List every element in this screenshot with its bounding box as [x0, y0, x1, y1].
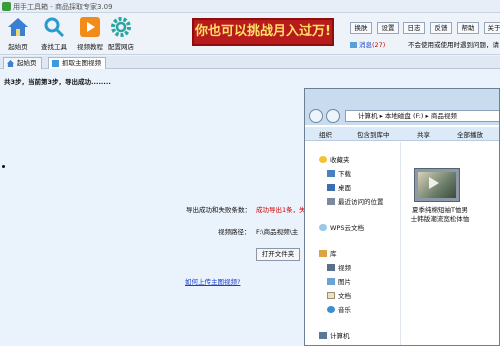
messages-label: 消息: [359, 41, 372, 49]
nav-music-label: 音乐: [338, 306, 351, 314]
document-icon: [327, 292, 335, 299]
toolbar-configure-shop-button[interactable]: 配置网店: [101, 16, 141, 54]
star-icon: [319, 156, 327, 163]
export-result-value: 成功导出1条，失: [256, 206, 306, 214]
mail-icon: [350, 42, 357, 48]
nav-desktop[interactable]: 桌面: [327, 182, 351, 192]
search-icon: [44, 17, 65, 38]
upload-help-link[interactable]: 如何上传主图视频?: [185, 276, 240, 286]
toolbar-find-tools-label: 查找工具: [41, 43, 67, 51]
tab-start-page-label: 起始页: [17, 59, 37, 67]
nav-pictures-label: 图片: [338, 278, 351, 286]
cloud-icon: [319, 224, 327, 231]
promo-banner[interactable]: 你也可以挑战月入过万!: [192, 18, 334, 46]
nav-computer[interactable]: 计算机: [319, 330, 350, 340]
forward-button[interactable]: [326, 109, 340, 123]
tab-grab-video[interactable]: 抓取主图视频: [48, 57, 106, 69]
grab-video-icon: [52, 60, 59, 67]
play-all-button[interactable]: 全部播放: [457, 129, 483, 139]
nav-videos-label: 视频: [338, 264, 351, 272]
tab-start-page[interactable]: 起始页: [3, 57, 42, 69]
organize-menu[interactable]: 组织: [319, 129, 332, 139]
nav-documents[interactable]: 文档: [327, 290, 351, 300]
skin-button[interactable]: 换肤: [350, 22, 372, 34]
nav-recent[interactable]: 最近访问的位置: [327, 196, 384, 206]
nav-libraries[interactable]: 库: [319, 248, 337, 258]
toolbar-find-tools-button[interactable]: 查找工具: [36, 16, 72, 54]
nav-recent-label: 最近访问的位置: [338, 198, 384, 206]
explorer-nav-pane: 收藏夹 下载 桌面 最近访问的位置 WPS云文档 库 视频 图片 文档 音乐 计: [305, 142, 401, 345]
explorer-toolbar: 组织 包含到库中 共享 全部播放: [305, 127, 499, 141]
nav-favorites-label: 收藏夹: [330, 156, 350, 164]
settings-button[interactable]: 设置: [377, 22, 399, 34]
nav-pictures[interactable]: 图片: [327, 276, 351, 286]
back-button[interactable]: [309, 109, 323, 123]
explorer-window: 计算机 ▸ 本地磁盘 (F:) ▸ 商品视频 组织 包含到库中 共享 全部播放 …: [304, 88, 500, 346]
nav-wps-label: WPS云文档: [330, 224, 364, 232]
open-folder-button[interactable]: 打开文件夹: [256, 248, 300, 261]
address-folder[interactable]: 商品视频: [431, 112, 457, 120]
nav-documents-label: 文档: [338, 292, 351, 300]
video-file-thumbnail[interactable]: [414, 168, 460, 202]
help-button[interactable]: 帮助: [457, 22, 479, 34]
gear-icon: [111, 17, 131, 37]
nav-downloads-label: 下载: [338, 170, 351, 178]
feedback-button[interactable]: 反馈: [430, 22, 452, 34]
play-icon: [80, 17, 100, 37]
help-notice: 不会使用或使用时遇到问题，请: [408, 41, 499, 49]
toolbar-start-page-button[interactable]: 起始页: [0, 16, 36, 54]
nav-downloads[interactable]: 下载: [327, 168, 351, 178]
step-status: 共3步，当前第3步，导出成功........: [4, 78, 111, 86]
video-file-name[interactable]: 夏季纯棉短袖T恤男士韩版潮流宽松体恤: [410, 206, 470, 224]
desktop-icon: [327, 184, 335, 191]
address-bar[interactable]: 计算机 ▸ 本地磁盘 (F:) ▸ 商品视频: [345, 110, 499, 122]
nav-favorites[interactable]: 收藏夹: [319, 154, 350, 164]
download-icon: [327, 170, 335, 177]
video-path-label: 视频路径：: [218, 228, 251, 236]
explorer-file-pane: 夏季纯棉短袖T恤男士韩版潮流宽松体恤: [402, 142, 499, 345]
messages-link[interactable]: 消息(27): [350, 39, 385, 49]
share-menu[interactable]: 共享: [417, 129, 430, 139]
nav-desktop-label: 桌面: [338, 184, 351, 192]
music-icon: [327, 306, 335, 313]
nav-wps-cloud[interactable]: WPS云文档: [319, 222, 364, 232]
library-icon: [319, 250, 327, 257]
tab-strip: 起始页 抓取主图视频: [0, 56, 500, 69]
video-icon: [327, 264, 335, 271]
toolbar-start-page-label: 起始页: [8, 43, 28, 51]
window-title: 用手工具箱 - 商品採取专家3.09: [13, 3, 113, 11]
tab-grab-video-label: 抓取主图视频: [62, 59, 101, 67]
about-button[interactable]: 关于: [484, 22, 500, 34]
nav-libraries-label: 库: [330, 250, 337, 258]
home-icon: [7, 60, 14, 67]
log-button[interactable]: 日志: [403, 22, 425, 34]
app-icon: [2, 2, 11, 11]
title-bar: 用手工具箱 - 商品採取专家3.09: [0, 0, 500, 13]
nav-music[interactable]: 音乐: [327, 304, 351, 314]
picture-icon: [327, 278, 335, 285]
nav-computer-label: 计算机: [330, 332, 350, 340]
computer-icon: [319, 332, 327, 339]
toolbar-configure-shop-label: 配置网店: [108, 43, 134, 51]
include-in-library-menu[interactable]: 包含到库中: [357, 129, 390, 139]
export-result-label: 导出成功和失败条数：: [186, 206, 251, 214]
address-computer[interactable]: 计算机: [358, 112, 378, 120]
messages-count: (27): [372, 41, 386, 49]
recent-places-icon: [327, 198, 335, 205]
address-drive[interactable]: 本地磁盘 (F:): [385, 112, 424, 120]
video-path-value: F:\商品视频\主: [256, 228, 299, 236]
play-icon: [429, 177, 439, 189]
home-icon: [8, 18, 28, 36]
bullet-dot: [2, 165, 5, 168]
nav-videos[interactable]: 视频: [327, 262, 351, 272]
